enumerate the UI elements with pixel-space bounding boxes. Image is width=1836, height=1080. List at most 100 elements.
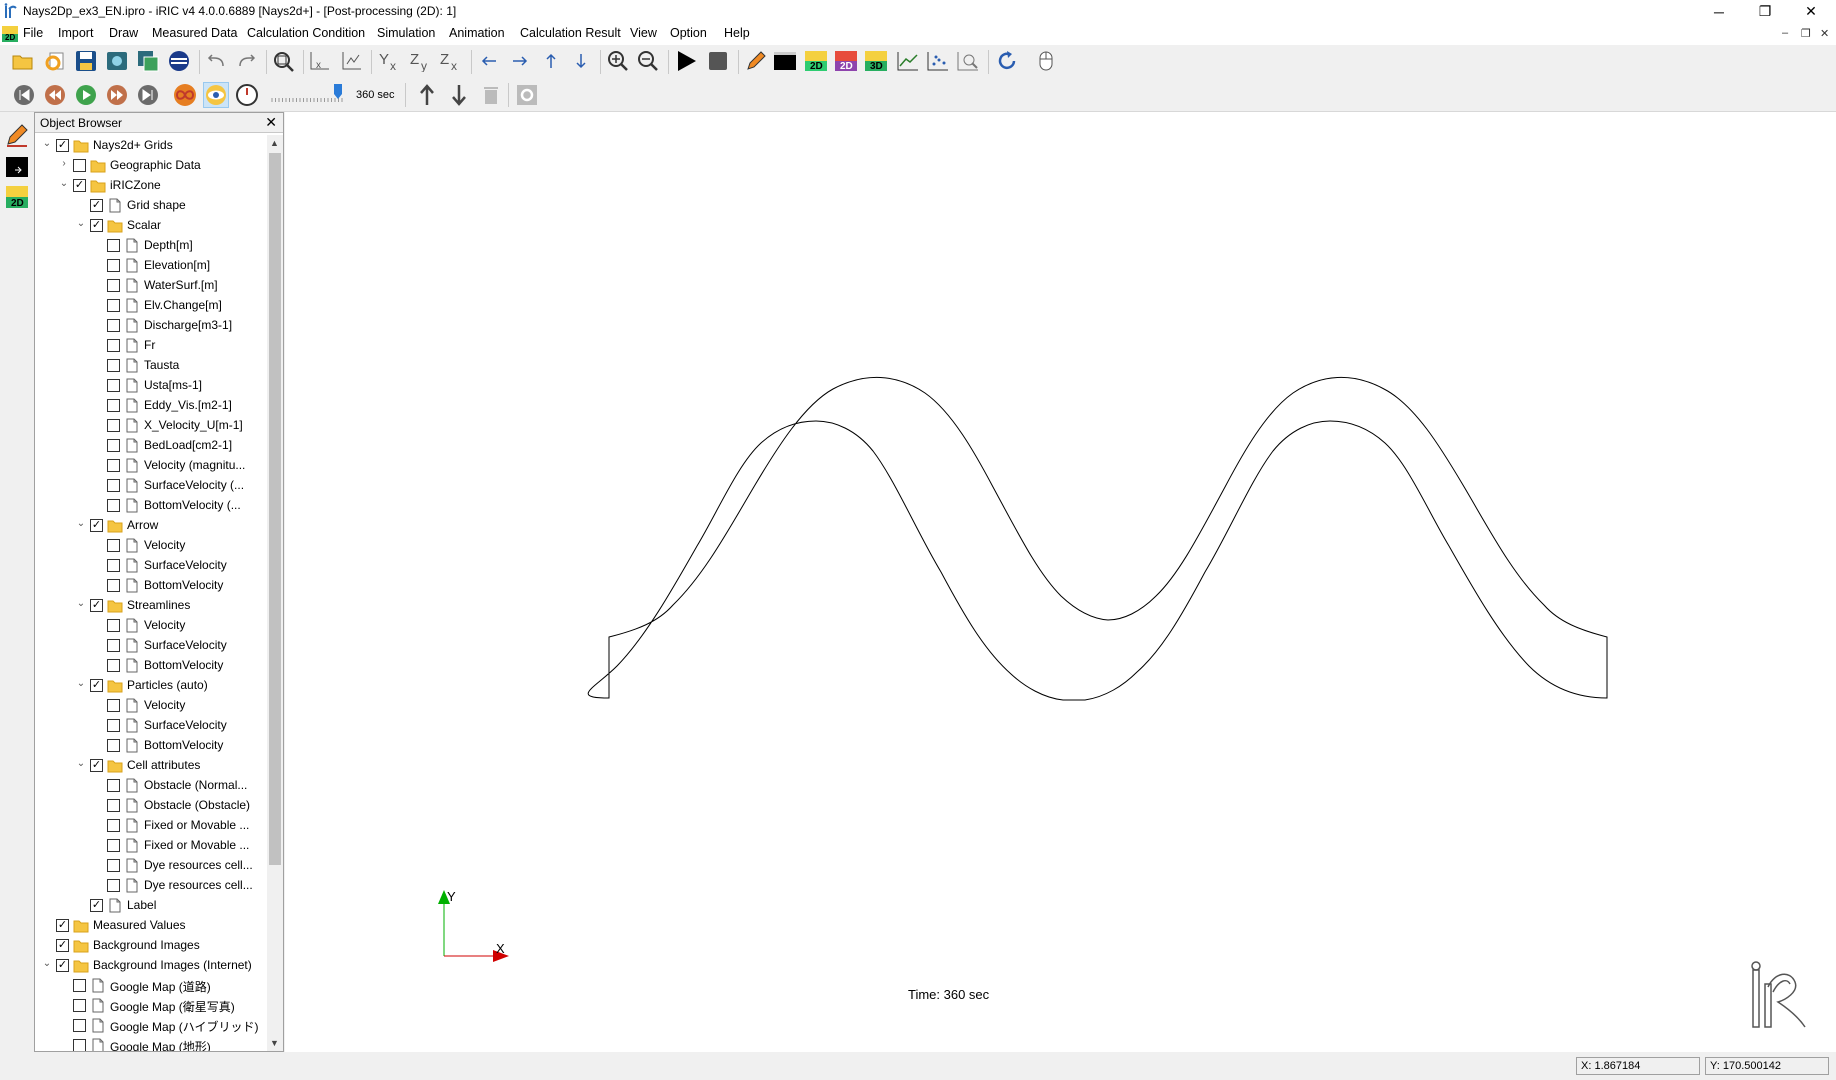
tree-item[interactable]: Depth[m]	[35, 235, 267, 255]
pre-processor-button[interactable]	[743, 48, 769, 74]
tree-item[interactable]: Velocity (magnitu...	[35, 455, 267, 475]
object-property-button[interactable]	[514, 82, 540, 108]
snapshot-button[interactable]	[104, 48, 130, 74]
menu-view[interactable]: View	[630, 26, 657, 40]
move-object-up-button[interactable]	[414, 82, 440, 108]
tree-item-checkbox[interactable]: ✓	[73, 179, 86, 192]
tree-item[interactable]: ⌄ ✓ Cell attributes	[35, 755, 267, 775]
tree-item-checkbox[interactable]	[107, 639, 120, 652]
fit-view-button[interactable]	[270, 48, 296, 74]
tree-item[interactable]: ⌄ ✓ iRICZone	[35, 175, 267, 195]
object-tree-scrollbar[interactable]: ▲ ▼	[267, 135, 283, 1051]
tree-item-checkbox[interactable]: ✓	[56, 959, 69, 972]
menu-animation[interactable]: Animation	[449, 26, 505, 40]
object-browser-close-button[interactable]: ✕	[265, 114, 277, 131]
tree-item-checkbox[interactable]: ✓	[56, 139, 69, 152]
tree-item-checkbox[interactable]	[107, 719, 120, 732]
mdi-minimize-button[interactable]: –	[1782, 27, 1788, 39]
play-animation-button[interactable]	[73, 82, 99, 108]
tree-item-checkbox[interactable]	[107, 319, 120, 332]
menu-measured-data[interactable]: Measured Data	[152, 26, 237, 40]
stop-simulation-button[interactable]	[705, 48, 731, 74]
tree-item-checkbox[interactable]	[73, 999, 86, 1012]
tree-item[interactable]: BedLoad[cm2-1]	[35, 435, 267, 455]
slider-thumb[interactable]	[334, 84, 342, 99]
tree-item[interactable]: BottomVelocity	[35, 575, 267, 595]
tree-item[interactable]: Google Map (道路)	[35, 975, 267, 995]
restore-button[interactable]: ❐	[1742, 0, 1788, 23]
tree-item[interactable]: ⌄ ✓ Arrow	[35, 515, 267, 535]
mouse-help-button[interactable]	[1033, 48, 1059, 74]
menu-import[interactable]: Import	[58, 26, 93, 40]
tree-item-checkbox[interactable]	[73, 1019, 86, 1032]
tree-item-checkbox[interactable]	[107, 619, 120, 632]
copy-snapshot-button[interactable]	[135, 48, 161, 74]
tree-item[interactable]: Google Map (地形)	[35, 1035, 267, 1051]
tree-item-checkbox[interactable]: ✓	[90, 899, 103, 912]
follow-last-button[interactable]	[203, 82, 229, 108]
scatter-chart-button[interactable]	[925, 48, 951, 74]
tree-item-checkbox[interactable]	[107, 459, 120, 472]
time-slider[interactable]	[270, 78, 350, 112]
scrollbar-thumb[interactable]	[269, 153, 281, 865]
loop-button[interactable]	[172, 82, 198, 108]
tree-item[interactable]: Fixed or Movable ...	[35, 835, 267, 855]
scroll-down-icon[interactable]: ▼	[270, 1038, 279, 1048]
tree-item[interactable]: Obstacle (Obstacle)	[35, 795, 267, 815]
tree-item-checkbox[interactable]: ✓	[56, 919, 69, 932]
save-button[interactable]	[73, 48, 99, 74]
tree-item[interactable]: ⌄ ✓ Scalar	[35, 215, 267, 235]
tree-item-checkbox[interactable]	[107, 739, 120, 752]
tree-item[interactable]: Fixed or Movable ...	[35, 815, 267, 835]
tree-item-checkbox[interactable]	[73, 159, 86, 172]
view-xy-plane-button[interactable]: Yx	[377, 48, 403, 74]
tree-item[interactable]: ⌄ ✓ Background Images (Internet)	[35, 955, 267, 975]
tree-item[interactable]: ⌄ ✓ Streamlines	[35, 595, 267, 615]
tree-item[interactable]: Google Map (ハイブリッド)	[35, 1015, 267, 1035]
menu-file[interactable]: File	[23, 26, 43, 40]
tree-item[interactable]: Elv.Change[m]	[35, 295, 267, 315]
console-shortcut-button[interactable]	[4, 154, 30, 180]
expand-open-icon[interactable]: ⌄	[75, 518, 87, 530]
tree-item[interactable]: ⌄ ✓ Nays2d+ Grids	[35, 135, 267, 155]
menu-calculation-condition[interactable]: Calculation Condition	[247, 26, 365, 40]
tree-item-checkbox[interactable]	[107, 779, 120, 792]
tree-item-checkbox[interactable]	[107, 259, 120, 272]
expand-closed-icon[interactable]: ›	[58, 158, 70, 170]
tree-item-checkbox[interactable]	[107, 399, 120, 412]
move-up-button[interactable]	[538, 48, 564, 74]
tree-item[interactable]: SurfaceVelocity	[35, 555, 267, 575]
tree-item-checkbox[interactable]: ✓	[90, 599, 103, 612]
refresh-button[interactable]	[994, 48, 1020, 74]
zoom-in-button[interactable]	[605, 48, 631, 74]
tree-item-checkbox[interactable]	[107, 579, 120, 592]
scroll-up-icon[interactable]: ▲	[270, 138, 279, 148]
tree-item-checkbox[interactable]	[73, 1039, 86, 1051]
mdi-close-button[interactable]: ✕	[1820, 27, 1829, 40]
last-step-button[interactable]	[135, 82, 161, 108]
tree-item-checkbox[interactable]	[107, 419, 120, 432]
expand-open-icon[interactable]: ⌄	[41, 958, 53, 970]
tree-item-checkbox[interactable]: ✓	[90, 759, 103, 772]
menu-calculation-result[interactable]: Calculation Result	[520, 26, 621, 40]
tree-item-checkbox[interactable]	[107, 879, 120, 892]
tree-item-checkbox[interactable]	[107, 819, 120, 832]
tree-item[interactable]: BottomVelocity (...	[35, 495, 267, 515]
tree-item[interactable]: SurfaceVelocity (...	[35, 475, 267, 495]
post-processor-2d-bird-button[interactable]: 2D	[833, 48, 859, 74]
tree-item-checkbox[interactable]	[107, 699, 120, 712]
expand-open-icon[interactable]: ⌄	[75, 598, 87, 610]
tree-item-checkbox[interactable]	[107, 479, 120, 492]
tree-item[interactable]: Velocity	[35, 615, 267, 635]
time-step-button[interactable]	[234, 82, 260, 108]
tree-item-checkbox[interactable]: ✓	[90, 679, 103, 692]
pre-processor-shortcut-button[interactable]	[4, 122, 30, 148]
minimize-button[interactable]: ─	[1696, 0, 1742, 23]
tree-item-checkbox[interactable]	[107, 799, 120, 812]
expand-open-icon[interactable]: ⌄	[75, 678, 87, 690]
expand-open-icon[interactable]: ⌄	[41, 138, 53, 150]
tree-item-checkbox[interactable]: ✓	[90, 199, 103, 212]
move-down-button[interactable]	[568, 48, 594, 74]
tree-item[interactable]: ⌄ ✓ Particles (auto)	[35, 675, 267, 695]
menu-draw[interactable]: Draw	[109, 26, 138, 40]
